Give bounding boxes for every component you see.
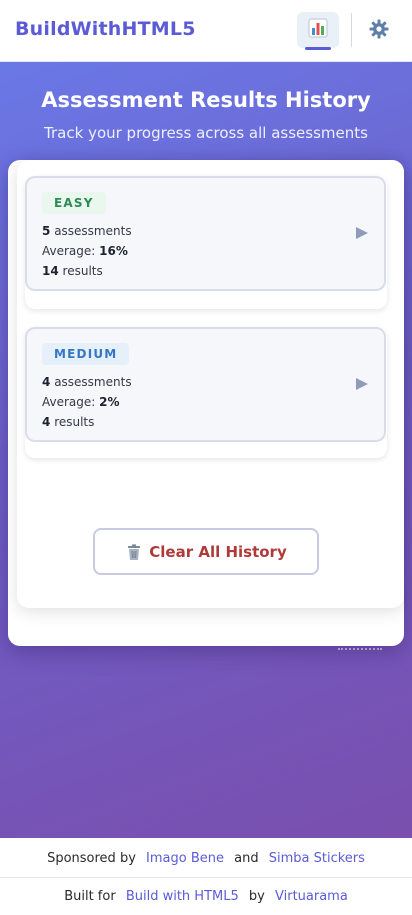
assessments-count: 5 assessments (42, 224, 132, 238)
sponsored-by-label: Sponsored by (47, 851, 136, 866)
settings-button[interactable] (364, 16, 394, 46)
sponsor-link-simba-stickers[interactable]: Simba Stickers (269, 851, 365, 866)
footer: Sponsored by Imago Bene and Simba Sticke… (0, 838, 412, 915)
decorative-divider (338, 648, 382, 654)
difficulty-badge: EASY (42, 192, 106, 214)
group-card-easy[interactable]: EASY 5 assessments Average: 16% 14 resul… (25, 176, 386, 291)
gear-icon (369, 19, 389, 43)
group-easy: EASY 5 assessments Average: 16% 14 resul… (25, 176, 387, 309)
results-count: 14 results (42, 264, 103, 278)
header-divider (351, 13, 352, 47)
build-with-html5-link[interactable]: Build with HTML5 (126, 889, 239, 904)
play-arrow-icon[interactable] (355, 226, 369, 244)
by-label: by (248, 889, 265, 904)
page-subtitle: Track your progress across all assessmen… (44, 124, 368, 142)
average-score: Average: 2% (42, 395, 120, 409)
clear-history-label: Clear All History (149, 542, 287, 561)
bar-chart-icon (308, 18, 328, 42)
brand-logo[interactable]: BuildWithHTML5 (15, 18, 196, 40)
group-card-medium[interactable]: MEDIUM 4 assessments Average: 2% 4 resul… (25, 327, 386, 442)
active-indicator (305, 47, 331, 50)
trash-icon (125, 543, 143, 561)
sponsors-line: Sponsored by Imago Bene and Simba Sticke… (0, 851, 412, 866)
clear-history-button[interactable]: Clear All History (93, 528, 319, 575)
built-for-label: Built for (64, 889, 116, 904)
credits-line: Built for Build with HTML5 by Virtuarama (0, 889, 412, 904)
group-medium: MEDIUM 4 assessments Average: 2% 4 resul… (25, 327, 387, 458)
difficulty-badge: MEDIUM (42, 343, 130, 365)
and-label: and (234, 851, 259, 866)
virtuarama-link[interactable]: Virtuarama (275, 889, 348, 904)
footer-divider (0, 877, 412, 878)
play-arrow-icon[interactable] (355, 377, 369, 395)
page-title: Assessment Results History (41, 88, 371, 112)
average-score: Average: 16% (42, 244, 128, 258)
sponsor-link-imago-bene[interactable]: Imago Bene (146, 851, 224, 866)
results-count: 4 results (42, 415, 95, 429)
assessments-count: 4 assessments (42, 375, 132, 389)
top-bar: BuildWithHTML5 (0, 0, 412, 62)
results-history-button[interactable] (297, 12, 339, 50)
